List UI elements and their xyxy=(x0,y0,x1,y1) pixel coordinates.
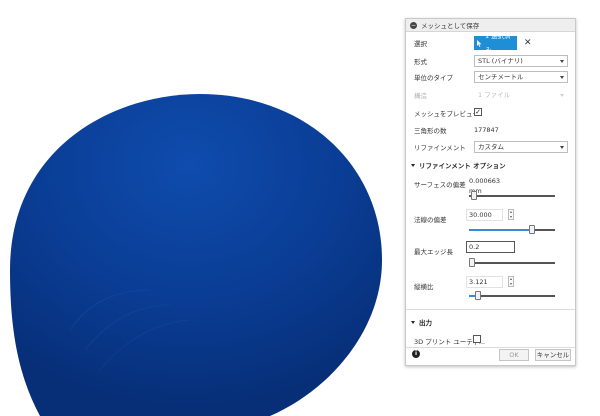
preview-label: メッシュをプレビュー xyxy=(414,110,479,118)
normal-deviation-label: 法線の偏差 xyxy=(414,216,447,224)
max-edge-input[interactable]: 0.2 xyxy=(466,241,515,253)
output-header[interactable]: 出力 xyxy=(411,317,432,327)
format-dropdown[interactable]: STL (バイナリ) xyxy=(474,55,568,67)
aspect-ratio-slider[interactable] xyxy=(469,291,555,301)
normal-deviation-input[interactable]: 30.000 xyxy=(466,209,503,221)
clear-selection-icon[interactable]: ✕ xyxy=(524,37,532,49)
refinement-label: リファインメント xyxy=(414,144,466,152)
unit-label: 単位のタイプ xyxy=(414,74,453,82)
refinement-dropdown[interactable]: カスタム xyxy=(474,141,568,153)
refinement-row: リファインメント カスタム xyxy=(414,140,568,154)
ok-button[interactable]: OK xyxy=(499,349,529,361)
chevron-down-icon xyxy=(560,94,564,97)
slider-fill xyxy=(469,229,532,231)
normal-deviation-spinner[interactable] xyxy=(508,209,514,220)
format-label: 形式 xyxy=(414,58,427,66)
slider-track xyxy=(469,195,555,197)
slider-knob[interactable] xyxy=(529,225,535,234)
structure-label: 構造 xyxy=(414,92,427,100)
triangle-count-label: 三角形の数 xyxy=(414,127,447,135)
structure-dropdown: 1 ファイル xyxy=(474,89,568,101)
max-edge-slider[interactable] xyxy=(469,258,555,268)
surface-deviation-input[interactable]: 0.000663 mm xyxy=(466,175,511,195)
refinement-options-header[interactable]: リファインメント オプション xyxy=(411,160,506,170)
structure-row: 構造 1 ファイル xyxy=(414,88,568,102)
normal-deviation-slider[interactable] xyxy=(469,225,555,235)
print-utility-checkbox[interactable] xyxy=(473,335,481,343)
slider-knob[interactable] xyxy=(471,191,477,200)
save-as-mesh-dialog: − メッシュとして保存 選択 1 選択済み ✕ 形式 STL (バイナリ) 単位… xyxy=(405,18,576,366)
slider-knob[interactable] xyxy=(469,258,475,267)
preview-row: メッシュをプレビュー ✓ xyxy=(414,106,567,120)
slider-knob[interactable] xyxy=(475,291,481,300)
cancel-button[interactable]: キャンセル xyxy=(535,349,571,361)
chevron-down-icon xyxy=(560,60,564,63)
refinement-value: カスタム xyxy=(478,143,504,151)
footer-divider xyxy=(406,347,575,348)
cursor-arrow-icon xyxy=(477,39,482,47)
slider-track xyxy=(469,295,555,297)
selection-count: 1 選択済み xyxy=(484,32,511,54)
output-title: 出力 xyxy=(419,319,432,327)
slider-track xyxy=(469,262,555,264)
selection-button[interactable]: 1 選択済み xyxy=(474,32,517,54)
refinement-options-title: リファインメント オプション xyxy=(419,162,506,170)
collapse-triangle-icon xyxy=(411,320,415,324)
unit-value: センチメートル xyxy=(478,73,524,81)
structure-value: 1 ファイル xyxy=(478,91,511,99)
format-value: STL (バイナリ) xyxy=(478,57,523,65)
info-icon[interactable]: i xyxy=(412,350,420,358)
dialog-title: メッシュとして保存 xyxy=(421,22,480,30)
selection-label: 選択 xyxy=(414,40,427,48)
format-row: 形式 STL (バイナリ) xyxy=(414,54,568,68)
surface-deviation-label: サーフェスの偏差 xyxy=(414,181,466,189)
max-edge-label: 最大エッジ長 xyxy=(414,248,453,256)
unit-row: 単位のタイプ センチメートル xyxy=(414,70,568,84)
minus-icon[interactable]: − xyxy=(410,21,417,29)
preview-checkbox[interactable]: ✓ xyxy=(474,108,482,116)
surface-deviation-slider[interactable] xyxy=(469,191,555,201)
aspect-ratio-spinner[interactable] xyxy=(508,276,514,287)
selection-row: 選択 1 選択済み ✕ xyxy=(414,32,567,54)
chevron-down-icon xyxy=(560,76,564,79)
aspect-ratio-label: 縦横比 xyxy=(414,283,434,291)
aspect-ratio-input[interactable]: 3.121 xyxy=(466,276,503,288)
triangle-count-value: 177847 xyxy=(474,126,499,134)
unit-dropdown[interactable]: センチメートル xyxy=(474,71,568,83)
collapse-triangle-icon xyxy=(411,163,415,167)
triangle-count-row: 三角形の数 177847 xyxy=(414,123,567,137)
section-divider xyxy=(406,309,575,310)
chevron-down-icon xyxy=(560,146,564,149)
